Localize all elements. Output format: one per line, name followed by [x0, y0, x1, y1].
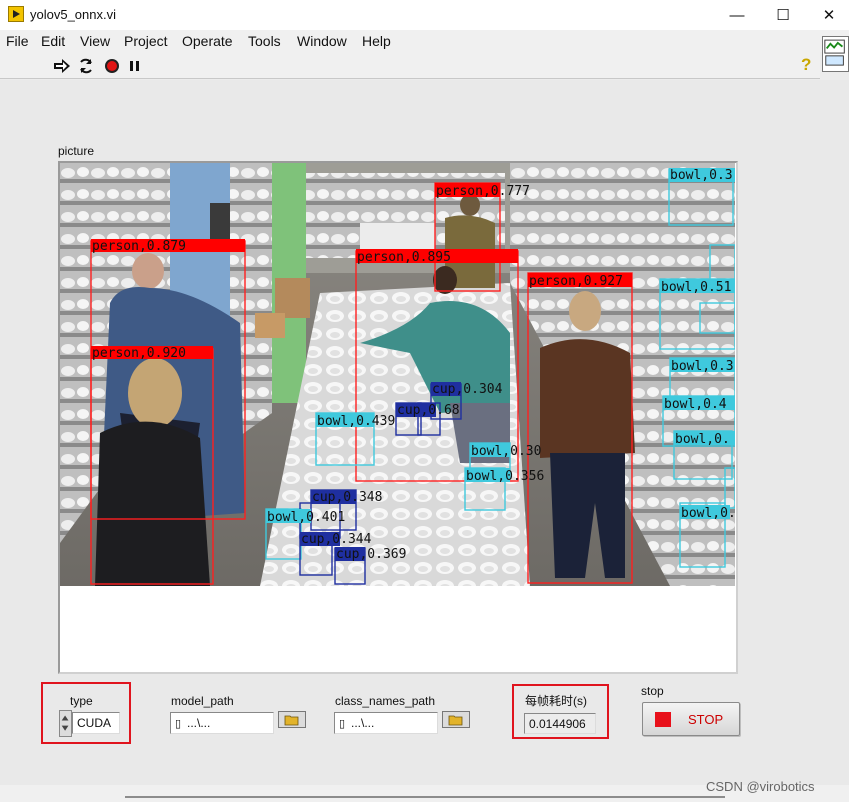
stop-label: stop	[641, 684, 664, 698]
close-button[interactable]: ✕	[806, 0, 849, 30]
picture-label: picture	[58, 144, 95, 158]
det-label-bowl-2: bowl,0.51	[661, 280, 731, 295]
stop-button-label: STOP	[688, 712, 724, 727]
model-path-value: ...\...	[187, 716, 211, 730]
det-label-bowl-10: bowl,0.401	[267, 510, 345, 525]
menu-bar: File Edit View Project Operate Tools Win…	[0, 30, 849, 52]
menu-window[interactable]: Window	[297, 33, 347, 49]
toolbar: ?	[0, 52, 820, 79]
window-title: yolov5_onnx.vi	[30, 7, 116, 22]
det-label-cup-3: cup,0.348	[312, 490, 382, 505]
scrollbar-thumb[interactable]	[125, 796, 725, 798]
det-label-bowl-3: bowl,0.3	[671, 359, 734, 374]
det-label-bowl-9: bowl,0.356	[466, 469, 544, 484]
stop-square-icon	[655, 712, 671, 727]
folder-icon	[284, 715, 299, 725]
model-path-label: model_path	[171, 694, 234, 708]
path-icon: ▯	[339, 718, 346, 730]
frame-time-value: 0.0144906	[524, 713, 596, 734]
vi-connector-icon[interactable]	[822, 36, 849, 72]
model-path-field[interactable]: ▯ ...\...	[170, 712, 274, 734]
menu-help[interactable]: Help	[362, 33, 391, 49]
det-label-cup-5: cup,0.369	[336, 547, 406, 562]
class-names-path-value: ...\...	[351, 716, 375, 730]
det-label-person-1: person,0.879	[92, 239, 186, 254]
menu-edit[interactable]: Edit	[41, 33, 65, 49]
run-arrow-icon[interactable]	[53, 58, 71, 74]
path-icon: ▯	[175, 718, 182, 730]
abort-icon[interactable]	[103, 58, 121, 74]
pause-icon[interactable]	[126, 58, 144, 74]
watermark: CSDN @virobotics	[706, 779, 815, 794]
detection-image: person,0.879 person,0.920 person,0.777 p…	[60, 163, 735, 586]
class-names-path-browse-button[interactable]	[442, 711, 470, 728]
frame-time-label: 每帧耗时(s)	[525, 694, 587, 708]
det-label-cup-1: cup,0.304	[432, 382, 503, 397]
det-label-cup-2: cup,0.68	[397, 403, 460, 418]
title-bar: yolov5_onnx.vi — ☐ ✕	[0, 0, 849, 30]
maximize-button[interactable]: ☐	[760, 0, 806, 30]
det-label-bowl-4: bowl,0.4	[664, 397, 727, 412]
det-label-person-2: person,0.920	[92, 346, 186, 361]
run-continuous-icon[interactable]	[77, 58, 95, 74]
stop-button[interactable]: STOP	[642, 702, 740, 736]
det-label-person-3: person,0.777	[436, 184, 530, 199]
det-label-cup-4: cup,0.344	[301, 532, 372, 547]
type-ring-stepper[interactable]	[59, 710, 72, 737]
menu-view[interactable]: View	[80, 33, 110, 49]
model-path-browse-button[interactable]	[278, 711, 306, 728]
det-label-bowl-7: bowl,0.439	[317, 414, 395, 429]
labview-vi-icon	[8, 6, 24, 22]
det-label-person-5: person,0.927	[529, 274, 623, 289]
type-label: type	[70, 694, 93, 708]
det-label-person-4: person,0.895	[357, 250, 451, 265]
det-label-bowl-1: bowl,0.3	[670, 168, 733, 183]
det-label-bowl-5: bowl,0.	[675, 432, 730, 447]
menu-tools[interactable]: Tools	[248, 33, 281, 49]
type-ring-value[interactable]: CUDA	[72, 712, 120, 734]
det-label-bowl-6: bowl,0.	[681, 506, 735, 521]
class-names-path-label: class_names_path	[335, 694, 436, 708]
menu-file[interactable]: File	[6, 33, 29, 49]
minimize-button[interactable]: —	[714, 0, 760, 30]
menu-project[interactable]: Project	[124, 33, 168, 49]
det-label-bowl-8: bowl,0.30	[471, 444, 541, 459]
menu-operate[interactable]: Operate	[182, 33, 233, 49]
context-help-icon[interactable]: ?	[801, 55, 811, 75]
folder-icon	[448, 715, 463, 725]
class-names-path-field[interactable]: ▯ ...\...	[334, 712, 438, 734]
